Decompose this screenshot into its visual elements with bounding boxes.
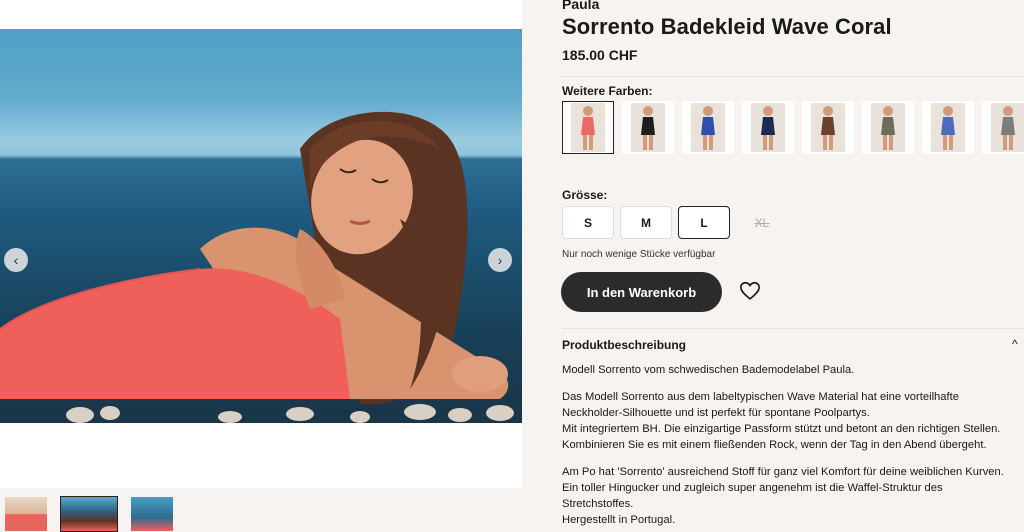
stock-note: Nur noch wenige Stücke verfügbar xyxy=(562,249,716,260)
swatch-image xyxy=(931,103,965,152)
swatch-image xyxy=(751,103,785,152)
size-option-m[interactable]: M xyxy=(620,206,672,239)
color-swatch-coral[interactable] xyxy=(562,101,614,154)
color-swatch-navy[interactable] xyxy=(742,101,794,154)
description-paragraph: Modell Sorrento vom schwedischen Bademod… xyxy=(562,364,855,376)
swatch-image xyxy=(811,103,845,152)
color-swatch-brown[interactable] xyxy=(802,101,854,154)
color-swatch-light-blue[interactable] xyxy=(922,101,974,154)
gallery-bottom-spacer xyxy=(0,423,522,488)
chevron-up-icon[interactable]: ^ xyxy=(1012,337,1018,351)
color-swatch-black[interactable] xyxy=(622,101,674,154)
thumbnail-image xyxy=(5,497,47,531)
size-option-l[interactable]: L xyxy=(678,206,730,239)
heart-icon xyxy=(740,281,760,300)
divider xyxy=(562,76,1024,77)
divider xyxy=(562,328,1024,329)
color-swatches xyxy=(562,101,1024,154)
color-swatch-grey[interactable] xyxy=(982,101,1024,154)
description-paragraph: Am Po hat 'Sorrento' ausreichend Stoff f… xyxy=(562,466,1004,526)
size-option-xl: XL xyxy=(754,215,770,230)
add-to-cart-button[interactable]: In den Warenkorb xyxy=(561,272,722,312)
chevron-left-icon: ‹ xyxy=(13,252,19,268)
product-gallery: ‹ › xyxy=(0,0,522,532)
color-swatch-royal-blue[interactable] xyxy=(682,101,734,154)
description-heading[interactable]: Produktbeschreibung xyxy=(562,338,686,352)
thumbnail-3[interactable] xyxy=(130,496,174,532)
swatch-image xyxy=(991,103,1024,152)
thumbnail-2[interactable] xyxy=(60,496,118,532)
size-options: S M L XL xyxy=(562,206,788,239)
thumbnail-image xyxy=(61,497,117,531)
size-label: Grösse: xyxy=(562,188,608,202)
swatch-image xyxy=(871,103,905,152)
product-title: Sorrento Badekleid Wave Coral xyxy=(562,14,892,39)
wishlist-button[interactable] xyxy=(739,280,761,302)
gallery-top-spacer xyxy=(0,0,522,29)
model-photo-illustration xyxy=(0,111,514,423)
product-description: Modell Sorrento vom schwedischen Bademod… xyxy=(562,362,1024,532)
thumbnail-1[interactable] xyxy=(4,496,48,532)
thumbnail-image xyxy=(131,497,173,531)
size-option-s[interactable]: S xyxy=(562,206,614,239)
color-swatch-olive[interactable] xyxy=(862,101,914,154)
chevron-right-icon: › xyxy=(497,252,503,268)
description-paragraph: Das Modell Sorrento aus dem labeltypisch… xyxy=(562,391,1001,451)
thumbnail-strip xyxy=(0,496,174,532)
swatch-image xyxy=(571,103,605,152)
prev-image-button[interactable]: ‹ xyxy=(4,248,28,272)
swatch-image xyxy=(691,103,725,152)
main-product-image[interactable] xyxy=(0,29,522,423)
colors-label: Weitere Farben: xyxy=(562,84,653,98)
product-brand[interactable]: Paula xyxy=(562,0,599,12)
swatch-image xyxy=(631,103,665,152)
next-image-button[interactable]: › xyxy=(488,248,512,272)
product-price: 185.00 CHF xyxy=(562,47,638,63)
